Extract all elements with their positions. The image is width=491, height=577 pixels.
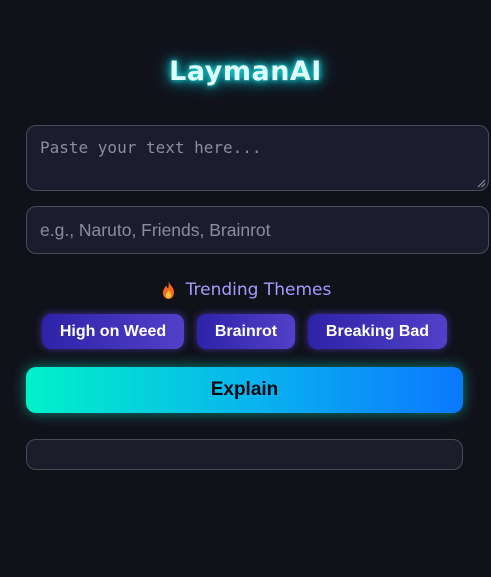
output-box <box>26 439 463 470</box>
trending-header: Trending Themes <box>0 280 491 300</box>
fire-icon <box>162 281 174 299</box>
trending-theme-chips: High on Weed Brainrot Breaking Bad <box>0 314 491 350</box>
theme-input[interactable] <box>26 206 489 254</box>
trending-label: Trending Themes <box>185 280 332 300</box>
explain-button[interactable]: Explain <box>26 367 463 413</box>
text-input[interactable] <box>26 125 489 191</box>
resize-grip-icon[interactable] <box>477 179 486 188</box>
theme-chip-brainrot[interactable]: Brainrot <box>197 314 295 349</box>
app-title: LaymanAI <box>169 56 322 87</box>
theme-chip-breaking-bad[interactable]: Breaking Bad <box>308 314 447 349</box>
theme-chip-high-on-weed[interactable]: High on Weed <box>42 314 184 349</box>
